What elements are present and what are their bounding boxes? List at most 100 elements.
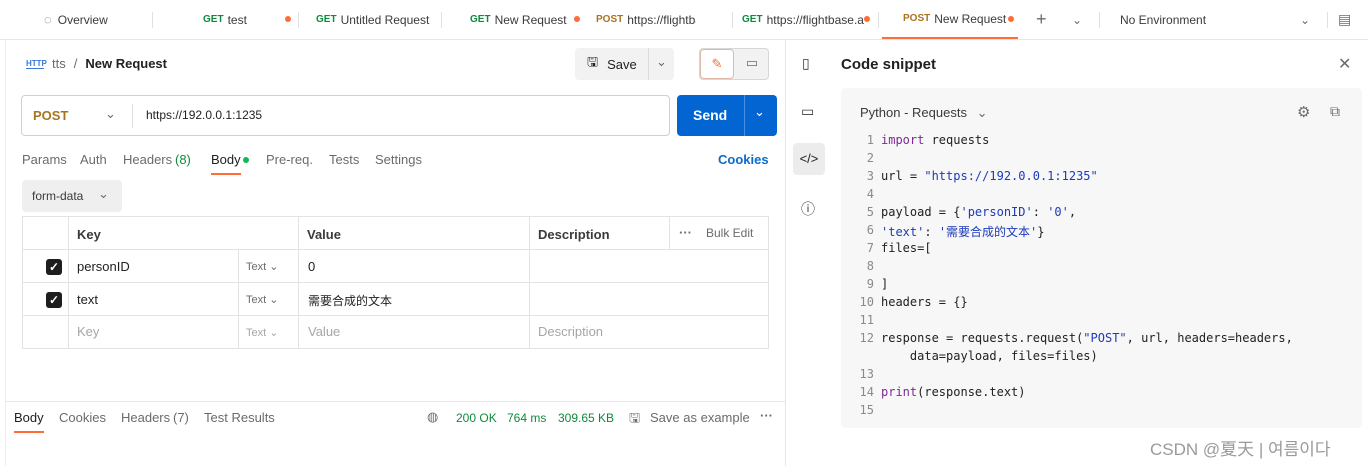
new-description-input[interactable]: Description bbox=[538, 324, 603, 339]
line-number: 7 bbox=[866, 241, 874, 255]
documentation-icon[interactable]: ▯ bbox=[802, 55, 810, 72]
tab-bar: ◌ Overview GET test GET Untitled Request… bbox=[0, 0, 1368, 40]
close-icon[interactable]: ✕ bbox=[1338, 54, 1351, 74]
response-tab-cookies[interactable]: Cookies bbox=[59, 410, 106, 425]
tab-settings[interactable]: Settings bbox=[375, 152, 422, 167]
sidebar-edge bbox=[5, 40, 6, 466]
more-icon[interactable]: ··· bbox=[679, 225, 692, 240]
panel-divider bbox=[785, 40, 786, 466]
environment-quick-look-icon[interactable]: ▤ bbox=[1338, 0, 1354, 39]
unsaved-dot bbox=[1008, 16, 1014, 22]
column-header-key: Key bbox=[77, 227, 101, 242]
method-select[interactable]: POST bbox=[33, 108, 68, 123]
line-number: 8 bbox=[866, 259, 874, 273]
tab-untitled-request[interactable]: GET Untitled Request bbox=[316, 0, 436, 39]
save-icon: 🖫 bbox=[587, 54, 599, 69]
tab-headers[interactable]: Headers bbox=[123, 152, 172, 167]
body-type-select[interactable]: form-data ⌄ bbox=[22, 180, 122, 212]
chevron-down-icon: ⌄ bbox=[98, 186, 109, 201]
breadcrumb-collection[interactable]: tts bbox=[52, 56, 66, 71]
tabs-dropdown-icon[interactable]: ⌄ bbox=[1072, 0, 1086, 39]
code-line: payload = {'personID': '0', bbox=[881, 205, 1077, 219]
save-icon: 🖫 bbox=[629, 410, 641, 425]
headers-count: (8) bbox=[175, 152, 191, 167]
bulk-edit-button[interactable]: Bulk Edit bbox=[706, 226, 753, 240]
save-as-example-button[interactable]: Save as example bbox=[650, 410, 750, 425]
chevron-down-icon: ⌄ bbox=[105, 106, 116, 121]
tab-flightbase-post[interactable]: POST https://flightbase.a bbox=[596, 0, 696, 39]
row-key[interactable]: personID bbox=[77, 259, 130, 274]
line-number: 4 bbox=[866, 187, 874, 201]
line-number: 11 bbox=[859, 313, 874, 327]
tab-body[interactable]: Body bbox=[211, 152, 241, 175]
code-line: import requests bbox=[881, 133, 990, 147]
line-number: 10 bbox=[859, 295, 874, 309]
chevron-down-icon: ⌄ bbox=[1299, 12, 1310, 27]
comments-icon[interactable]: ▭ bbox=[801, 103, 814, 120]
edit-icon[interactable]: ✎ bbox=[700, 49, 734, 79]
tab-flightbase-get[interactable]: GET https://flightbase.a bbox=[742, 0, 870, 39]
row-checkbox[interactable]: ✓ bbox=[46, 259, 62, 275]
language-select[interactable]: Python - Requests ⌄ bbox=[860, 105, 987, 121]
line-number: 5 bbox=[866, 205, 874, 219]
response-size[interactable]: 309.65 KB bbox=[558, 411, 614, 425]
globe-icon[interactable]: ◍ bbox=[427, 409, 438, 425]
code-line: response = requests.request("POST", url,… bbox=[881, 331, 1293, 345]
new-tab-button[interactable]: + bbox=[1036, 0, 1056, 39]
environment-select[interactable]: No Environment ⌄ bbox=[1120, 0, 1320, 39]
column-header-description: Description bbox=[538, 227, 610, 242]
url-input[interactable]: https://192.0.0.1:1235 bbox=[146, 108, 262, 122]
chevron-down-icon: ⌄ bbox=[269, 294, 279, 306]
send-button[interactable]: Send ⌄ bbox=[677, 95, 777, 136]
tab-overview[interactable]: ◌ Overview bbox=[44, 0, 144, 39]
line-number: 15 bbox=[859, 403, 874, 417]
tab-new-request-get[interactable]: GET New Request bbox=[470, 0, 580, 39]
tab-request-test[interactable]: GET test bbox=[203, 0, 291, 39]
new-value-input[interactable]: Value bbox=[308, 324, 340, 339]
row-key[interactable]: text bbox=[77, 292, 98, 307]
row-type-select[interactable]: Text ⌄ bbox=[246, 260, 278, 273]
tab-new-request-active[interactable]: POST New Request bbox=[882, 0, 1018, 39]
request-bar: POST ⌄ https://192.0.0.1:1235 bbox=[21, 95, 670, 136]
response-tab-test-results[interactable]: Test Results bbox=[204, 410, 275, 425]
response-tab-body[interactable]: Body bbox=[14, 410, 44, 433]
page-title[interactable]: New Request bbox=[85, 56, 167, 71]
chevron-down-icon[interactable]: ⌄ bbox=[754, 104, 765, 120]
unsaved-dot bbox=[864, 16, 870, 22]
tab-params[interactable]: Params bbox=[22, 152, 67, 167]
row-value[interactable]: 需要合成的文本 bbox=[308, 292, 392, 309]
row-checkbox[interactable]: ✓ bbox=[46, 292, 62, 308]
tab-tests[interactable]: Tests bbox=[329, 152, 359, 167]
tab-prereq[interactable]: Pre-req. bbox=[266, 152, 313, 167]
code-line: ] bbox=[881, 277, 889, 291]
comment-icon[interactable]: ▭ bbox=[736, 49, 768, 79]
new-key-input[interactable]: Key bbox=[77, 324, 99, 339]
breadcrumb: HTTP tts / New Request bbox=[26, 56, 167, 71]
snippet-title: Code snippet bbox=[841, 56, 937, 73]
code-icon[interactable]: </> bbox=[793, 143, 825, 175]
response-time[interactable]: 764 ms bbox=[507, 411, 546, 425]
row-value[interactable]: 0 bbox=[308, 259, 315, 274]
code-line: files=[ bbox=[881, 241, 932, 255]
row-type-select[interactable]: Text ⌄ bbox=[246, 293, 278, 306]
code-line: url = "https://192.0.0.1:1235" bbox=[881, 169, 1098, 183]
tab-auth[interactable]: Auth bbox=[80, 152, 107, 167]
column-header-value: Value bbox=[307, 227, 341, 242]
info-icon[interactable]: ⓘ bbox=[801, 199, 815, 219]
settings-icon[interactable]: ⚙ bbox=[1297, 103, 1310, 121]
new-type-select[interactable]: Text ⌄ bbox=[246, 326, 278, 339]
overview-icon: ◌ bbox=[44, 12, 52, 27]
save-button[interactable]: 🖫 Save ⌄ bbox=[575, 48, 674, 80]
body-indicator bbox=[243, 157, 249, 163]
response-tab-headers[interactable]: Headers bbox=[121, 410, 170, 425]
more-icon[interactable]: ··· bbox=[760, 408, 773, 423]
code-line: 'text': '需要合成的文本'} bbox=[881, 225, 1045, 239]
chevron-down-icon[interactable]: ⌄ bbox=[656, 54, 667, 70]
line-number: 6 bbox=[866, 223, 874, 237]
cookies-link[interactable]: Cookies bbox=[718, 152, 769, 167]
chevron-down-icon: ⌄ bbox=[269, 261, 279, 273]
line-number: 14 bbox=[859, 385, 874, 399]
unsaved-dot bbox=[574, 16, 580, 22]
status-code[interactable]: 200 OK bbox=[456, 411, 497, 425]
copy-icon[interactable]: ⧉ bbox=[1330, 103, 1340, 120]
